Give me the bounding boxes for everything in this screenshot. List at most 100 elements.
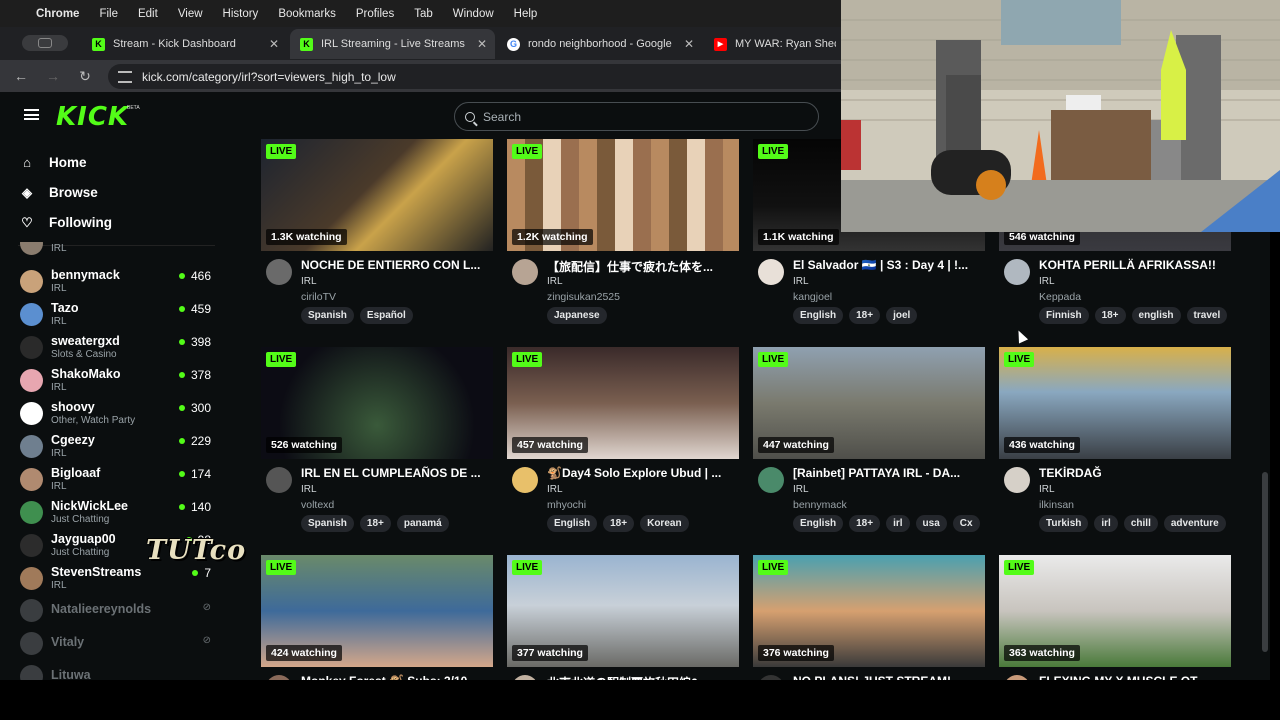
stream-tag[interactable]: English [793,515,844,532]
sidebar-channel[interactable]: StevenStreams IRL 7 [20,565,215,598]
sidebar-channel-offline[interactable]: Vitaly ⊘ [20,630,215,663]
stream-card[interactable]: LIVE 1.2K watching 【旅配信】仕事で疲れた体を... IRL zing… [507,139,739,334]
stream-card[interactable]: LIVE 526 watching IRL EN EL CUMPLEAÑOS DE … [261,347,493,542]
sidebar-channel[interactable]: sweatergxd Slots & Casino 398 [20,334,215,367]
menu-bookmarks[interactable]: Bookmarks [278,8,336,20]
stream-title[interactable]: 🐒Day4 Solo Explore Ubud | ... [547,466,737,480]
sidebar-item-browse[interactable]: ◈ Browse [20,185,98,201]
avatar[interactable] [1004,467,1030,493]
stream-category[interactable]: IRL [793,276,809,287]
stream-card[interactable]: LIVE377 watching北東北道の駅制覇旅秋田編6IRL [507,555,739,680]
sidebar-channel[interactable]: Bigloaaf IRL 174 [20,466,215,499]
forward-arrow-icon[interactable]: → [42,68,64,84]
stream-tag[interactable]: 18+ [359,515,391,532]
stream-thumbnail[interactable]: LIVE 363 watching [999,555,1231,667]
stream-tag[interactable]: joel [886,307,918,324]
sidebar-channel[interactable]: IRL [20,242,215,256]
avatar[interactable] [758,259,784,285]
sidebar-channel-offline[interactable]: Natalieereynolds ⊘ [20,597,215,630]
sidebar-item-following[interactable]: ♡ Following [20,215,112,231]
stream-title[interactable]: KOHTA PERILLÄ AFRIKASSA!! [1039,258,1229,272]
stream-title[interactable]: TEKİRDAĞ [1039,466,1229,480]
stream-tag[interactable]: english [1131,307,1181,324]
stream-title[interactable]: NOCHE DE ENTIERRO CON L... [301,258,491,272]
stream-username[interactable]: zingisukan2525 [547,291,620,303]
kick-logo[interactable]: KICK [56,102,129,132]
close-icon[interactable]: ✕ [684,37,694,51]
stream-username[interactable]: bennymack [793,499,847,511]
menu-view[interactable]: View [178,8,203,20]
stream-title[interactable]: [Rainbet] PATTAYA IRL - DA... [793,466,983,480]
sidebar-channel[interactable]: bennymack IRL 466 [20,268,215,301]
avatar[interactable] [758,467,784,493]
menu-icon[interactable] [24,109,39,120]
stream-category[interactable]: IRL [547,484,563,495]
stream-tag[interactable]: Turkish [1039,515,1089,532]
menu-window[interactable]: Window [453,8,494,20]
stream-thumbnail[interactable]: LIVE 1.3K watching [261,139,493,251]
stream-card[interactable]: LIVE424 watchingMonkey Forest 🐒 Subs: 3/… [261,555,493,680]
stream-category[interactable]: IRL [1039,484,1055,495]
stream-tag[interactable]: 18+ [603,515,635,532]
stream-category[interactable]: IRL [547,276,563,287]
stream-card[interactable]: LIVE363 watchingFLEXING MY X MUSCLE OTIR… [999,555,1231,680]
avatar[interactable] [266,259,292,285]
stream-tag[interactable]: chill [1123,515,1158,532]
stream-thumbnail[interactable]: LIVE 526 watching [261,347,493,459]
sidebar-channel[interactable]: Tazo IRL 459 [20,301,215,334]
stream-card[interactable]: LIVE 457 watching 🐒Day4 Solo Explore Ubud … [507,347,739,542]
stream-tag[interactable]: Spanish [301,307,354,324]
stream-thumbnail[interactable]: LIVE 376 watching [753,555,985,667]
menu-file[interactable]: File [99,8,118,20]
stream-category[interactable]: IRL [1039,276,1055,287]
site-info-icon[interactable] [118,70,132,83]
stream-tag[interactable]: adventure [1163,515,1226,532]
tab-group-button[interactable] [22,35,68,51]
stream-card[interactable]: LIVE 436 watching TEKİRDAĞ IRL ilkinsan Turki… [999,347,1231,542]
search-input[interactable]: Search [454,102,819,131]
stream-tag[interactable]: English [547,515,598,532]
menu-edit[interactable]: Edit [138,8,158,20]
stream-thumbnail[interactable]: LIVE 447 watching [753,347,985,459]
stream-thumbnail[interactable]: LIVE 1.2K watching [507,139,739,251]
close-icon[interactable]: ✕ [477,37,487,51]
stream-category[interactable]: IRL [301,484,317,495]
stream-category[interactable]: IRL [301,276,317,287]
avatar[interactable] [1004,259,1030,285]
stream-tag[interactable]: usa [915,515,947,532]
stream-tag[interactable]: Español [359,307,413,324]
stream-username[interactable]: Keppada [1039,291,1081,303]
menu-profiles[interactable]: Profiles [356,8,394,20]
stream-card[interactable]: LIVE 447 watching [Rainbet] PATTAYA IRL - … [753,347,985,542]
stream-title[interactable]: IRL EN EL CUMPLEAÑOS DE ... [301,466,491,480]
stream-username[interactable]: ciriloTV [301,291,336,303]
stream-tag[interactable]: irl [1094,515,1118,532]
pip-video-overlay[interactable] [841,0,1280,232]
avatar[interactable] [512,259,538,285]
stream-tag[interactable]: English [793,307,844,324]
back-arrow-icon[interactable]: ← [10,68,32,84]
stream-tag[interactable]: panamá [396,515,449,532]
stream-card[interactable]: LIVE376 watchingNO PLANS! JUST STREAM!IR… [753,555,985,680]
sidebar-item-home[interactable]: ⌂ Home [20,155,86,170]
stream-thumbnail[interactable]: LIVE 424 watching [261,555,493,667]
tab-google-search[interactable]: G rondo neighborhood - Google ✕ [497,29,702,59]
avatar[interactable] [266,467,292,493]
stream-tag[interactable]: 18+ [1094,307,1126,324]
stream-tag[interactable]: 18+ [849,515,881,532]
stream-tag[interactable]: Spanish [301,515,354,532]
sidebar-channel[interactable]: ShakoMako IRL 378 [20,367,215,400]
reload-icon[interactable]: ↻ [74,68,96,85]
stream-thumbnail[interactable]: LIVE 436 watching [999,347,1231,459]
close-icon[interactable]: ✕ [269,37,279,51]
stream-title[interactable]: 【旅配信】仕事で疲れた体を... [547,258,737,275]
menu-app-name[interactable]: Chrome [36,8,79,20]
tab-youtube[interactable]: ▶ MY WAR: Ryan Sheckler [704,29,844,59]
stream-username[interactable]: mhyochi [547,499,586,511]
stream-thumbnail[interactable]: LIVE 377 watching [507,555,739,667]
tab-irl-streaming[interactable]: K IRL Streaming - Live Streams ✕ [290,29,495,59]
stream-tag[interactable]: Finnish [1039,307,1089,324]
stream-title[interactable]: El Salvador 🇸🇻 | S3 : Day 4 | !... [793,258,983,272]
menu-help[interactable]: Help [514,8,538,20]
stream-tag[interactable]: irl [886,515,910,532]
